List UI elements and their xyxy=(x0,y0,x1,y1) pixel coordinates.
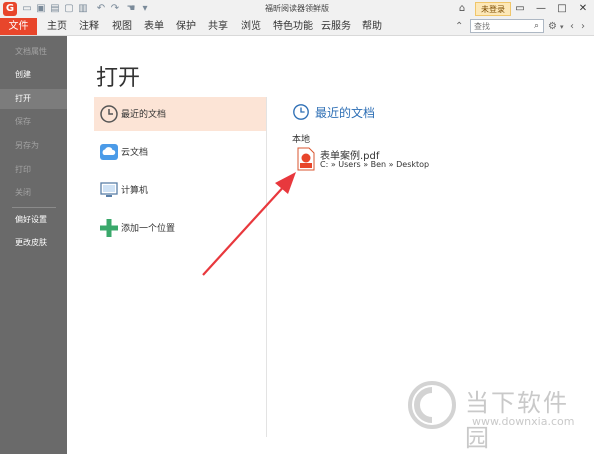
file-sidebar: 文档属性 创建 打开 保存 另存为 打印 关闭 偏好设置 更改皮肤 xyxy=(0,36,67,454)
menu-protect[interactable]: 保护 xyxy=(176,18,196,35)
clock-icon xyxy=(100,105,118,123)
maximize-button[interactable]: □ xyxy=(554,1,570,17)
menu-special-features[interactable]: 特色功能 xyxy=(273,18,313,35)
location-label: 云文档 xyxy=(121,148,149,158)
sidebar-item-create[interactable]: 创建 xyxy=(0,65,67,85)
menu-cloud-service[interactable]: 云服务 xyxy=(321,18,351,35)
menu-comment[interactable]: 注释 xyxy=(79,18,99,35)
cloud-icon xyxy=(100,144,118,160)
watermark-url: www.downxia.com xyxy=(472,415,575,428)
ribbon-toggle-icon[interactable]: ⌃ xyxy=(455,20,463,34)
restore-ribbon-button[interactable]: ▭ xyxy=(512,1,528,17)
computer-icon xyxy=(100,182,118,197)
plus-icon xyxy=(100,219,118,237)
location-recent-documents[interactable]: 最近的文档 xyxy=(94,97,266,131)
title-bar: G ▭ ▣ ▤ ▢ ▥ ↶ ↷ ☚ ▾ 福昕阅读器领鲜版 ⌂ 未登录 ▭ — □… xyxy=(0,0,594,18)
settings-gear-icon[interactable]: ⚙ xyxy=(548,20,557,34)
sidebar-divider xyxy=(12,207,56,208)
recent-documents-title: 最近的文档 xyxy=(315,106,376,120)
sidebar-item-change-skin[interactable]: 更改皮肤 xyxy=(0,233,67,253)
menu-view[interactable]: 视图 xyxy=(112,18,132,35)
clock-icon xyxy=(293,104,309,120)
location-label: 添加一个位置 xyxy=(121,224,176,234)
next-icon[interactable]: › xyxy=(581,20,585,34)
sidebar-item-preferences[interactable]: 偏好设置 xyxy=(0,210,67,230)
menu-home[interactable]: 主页 xyxy=(47,18,67,35)
location-label: 最近的文档 xyxy=(121,110,167,120)
local-section-label: 本地 xyxy=(292,135,311,145)
menu-file[interactable]: 文件 xyxy=(0,18,37,35)
menu-bar: 文件 主页 注释 视图 表单 保护 共享 浏览 特色功能 云服务 帮助 ⌃ ⌕ … xyxy=(0,18,594,36)
location-cloud-documents[interactable]: 云文档 xyxy=(94,135,266,169)
sidebar-item-document-properties[interactable]: 文档属性 xyxy=(0,42,67,62)
menu-share[interactable]: 共享 xyxy=(208,18,228,35)
sidebar-item-print[interactable]: 打印 xyxy=(0,160,67,180)
location-label: 计算机 xyxy=(121,186,149,196)
menu-help[interactable]: 帮助 xyxy=(362,18,382,35)
page-title: 打开 xyxy=(96,66,141,91)
sidebar-item-close[interactable]: 关闭 xyxy=(0,183,67,203)
watermark-logo-icon xyxy=(408,381,456,429)
login-button[interactable]: 未登录 xyxy=(475,2,511,16)
close-button[interactable]: ✕ xyxy=(575,1,591,17)
sidebar-item-open[interactable]: 打开 xyxy=(0,89,67,109)
menu-form[interactable]: 表单 xyxy=(144,18,164,35)
settings-dropdown-icon[interactable]: ▾ xyxy=(560,20,564,34)
menu-browse[interactable]: 浏览 xyxy=(241,18,261,35)
recent-file-path: C: » Users » Ben » Desktop xyxy=(320,160,430,169)
sidebar-item-save-as[interactable]: 另存为 xyxy=(0,136,67,156)
search-icon[interactable]: ⌕ xyxy=(531,21,542,32)
annotation-arrow xyxy=(202,172,296,276)
sidebar-item-save[interactable]: 保存 xyxy=(0,112,67,132)
lock-icon[interactable]: ⌂ xyxy=(455,2,469,16)
minimize-button[interactable]: — xyxy=(533,1,549,17)
prev-icon[interactable]: ‹ xyxy=(570,20,574,34)
